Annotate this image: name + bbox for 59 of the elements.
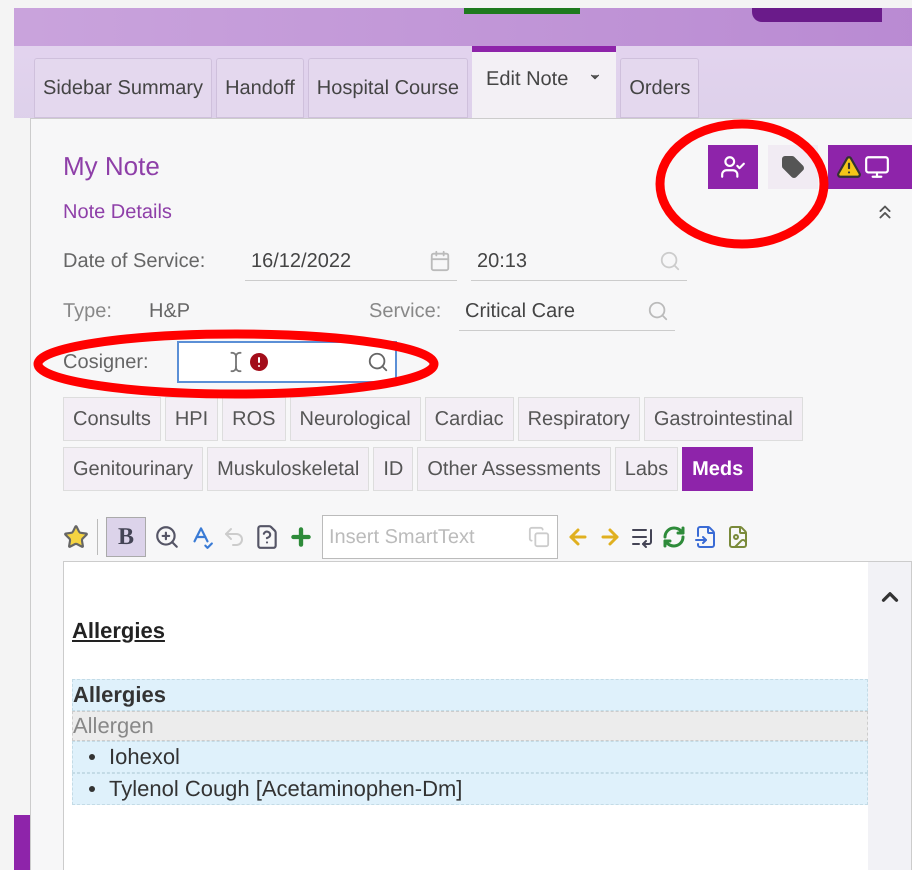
side-strip (14, 815, 30, 870)
section-button[interactable]: Gastrointestinal (644, 397, 803, 441)
search-icon (659, 250, 681, 272)
warning-icon (836, 154, 862, 180)
tag-icon (781, 155, 805, 179)
tab[interactable]: Hospital Course (308, 58, 468, 118)
section-button[interactable]: ID (373, 447, 414, 491)
note-editor[interactable]: Allergies Allergies Allergen Iohexol Tylenol Cough [Acetaminophen-Dm] (63, 561, 912, 870)
field-label: Date of Service: (63, 249, 206, 274)
search-icon (367, 351, 389, 373)
tab[interactable]: Sidebar Summary (34, 58, 212, 118)
allergen-cell-text: Tylenol Cough [Acetaminophen-Dm] (109, 775, 462, 803)
section-button[interactable]: ROS (222, 397, 286, 441)
note-title: My Note (63, 150, 160, 183)
star-icon[interactable] (63, 524, 89, 550)
bold-button[interactable]: B (106, 517, 146, 557)
section-button[interactable]: Other Assessments (417, 447, 611, 491)
calendar-icon (429, 250, 451, 272)
section-button[interactable]: HPI (164, 397, 218, 441)
cosigner-field[interactable] (177, 341, 397, 383)
field-label: Type: (63, 299, 113, 324)
refresh-icon[interactable] (662, 525, 686, 549)
section-button[interactable]: Meds (682, 447, 754, 491)
tab[interactable]: Handoff (216, 58, 304, 118)
section-button[interactable]: Respiratory (518, 397, 640, 441)
section-button[interactable]: Muskuloskeletal (207, 447, 370, 491)
bullet-icon (89, 786, 95, 792)
editor-heading: Allergies (72, 617, 165, 645)
column-header: Allergen (72, 711, 868, 741)
copy-icon (528, 526, 550, 548)
note-action-button[interactable] (768, 145, 818, 189)
section-button[interactable]: Consults (63, 397, 161, 441)
section-button[interactable]: Neurological (290, 397, 421, 441)
smarttext-field[interactable]: Insert SmartText (322, 515, 558, 559)
section-button[interactable]: Genitourinary (63, 447, 204, 491)
service-field[interactable]: Critical Care (459, 291, 675, 331)
section-button[interactable]: Labs (614, 447, 678, 491)
date-field[interactable]: 16/12/2022 (245, 241, 457, 281)
field-label: Service: (369, 299, 442, 324)
error-icon (247, 350, 271, 374)
field-label: Cosigner: (63, 350, 150, 375)
document-icon[interactable] (726, 525, 750, 549)
bullet-icon (89, 754, 95, 760)
person-check-icon (720, 154, 746, 180)
import-icon[interactable] (694, 525, 718, 549)
section-button[interactable]: Cardiac (424, 397, 514, 441)
time-field[interactable]: 20:13 (471, 241, 687, 281)
table-title: Allergies (72, 679, 868, 711)
note-action-button[interactable] (828, 145, 912, 189)
search-icon (647, 300, 669, 322)
section-title: Note Details (63, 200, 172, 225)
note-action-button[interactable] (708, 145, 758, 189)
monitor-icon (864, 154, 890, 180)
scroll-bar[interactable] (868, 562, 911, 870)
zoom-icon[interactable] (154, 524, 180, 550)
allergen-cell-text: Iohexol (109, 743, 180, 771)
tab[interactable]: Orders (620, 58, 700, 118)
tab[interactable]: Edit Note (472, 46, 616, 118)
type-value: H&P (149, 299, 192, 324)
